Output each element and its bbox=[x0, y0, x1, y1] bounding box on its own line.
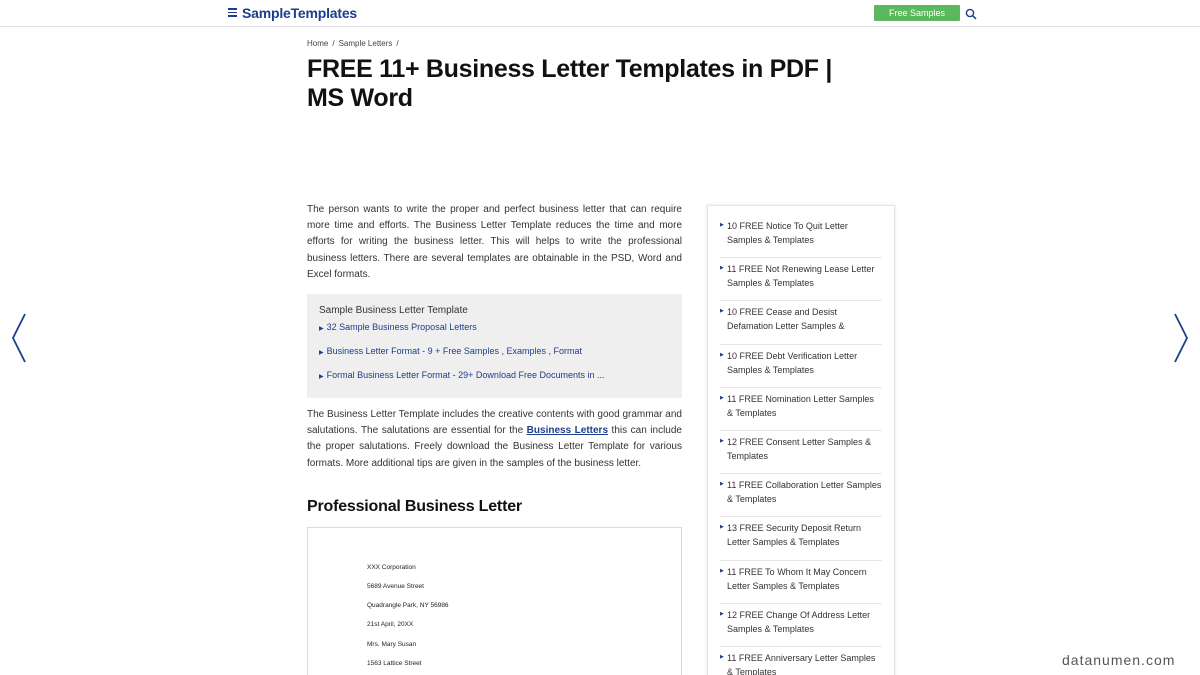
sidebar-item[interactable]: ▶ 11 FREE Anniversary Letter Samples & Te… bbox=[720, 647, 882, 675]
page-title: FREE 11+ Business Letter Templates in PD… bbox=[307, 55, 833, 112]
sidebar-item[interactable]: ▶ 10 FREE Notice To Quit Letter Samples &… bbox=[720, 215, 882, 259]
triangle-bullet-icon: ▶ bbox=[720, 653, 724, 660]
breadcrumb-home[interactable]: Home bbox=[307, 39, 328, 48]
breadcrumb-separator: / bbox=[332, 39, 335, 48]
related-letters-sidebar: ▶ 10 FREE Notice To Quit Letter Samples &… bbox=[707, 205, 895, 675]
intro-paragraph: The person wants to write the proper and… bbox=[307, 204, 682, 280]
triangle-bullet-icon: ▶ bbox=[720, 524, 724, 531]
free-samples-button[interactable]: Free Samples bbox=[874, 5, 960, 21]
breadcrumb-separator: / bbox=[396, 39, 399, 48]
top-navigation-bar: SampleTemplates Free Samples bbox=[0, 0, 1200, 27]
watermark: datanumen.com bbox=[1062, 652, 1176, 668]
triangle-bullet-icon: ▶ bbox=[319, 374, 324, 380]
sidebar-item[interactable]: ▶ 13 FREE Security Deposit Return Letter … bbox=[720, 517, 882, 561]
triangle-bullet-icon: ▶ bbox=[720, 567, 724, 574]
sidebar-item[interactable]: ▶ 11 FREE Collaboration Letter Samples & … bbox=[720, 474, 882, 518]
related-link[interactable]: ▶ Business Letter Format - 9 + Free Sampl… bbox=[319, 346, 670, 358]
related-link[interactable]: ▶ 32 Sample Business Proposal Letters bbox=[319, 322, 670, 334]
related-link[interactable]: ▶ Formal Business Letter Format - 29+ Dow… bbox=[319, 370, 670, 382]
triangle-bullet-icon: ▶ bbox=[319, 350, 324, 356]
triangle-bullet-icon: ▶ bbox=[720, 610, 724, 617]
search-icon[interactable] bbox=[965, 8, 977, 20]
breadcrumb-sample-letters[interactable]: Sample Letters bbox=[339, 39, 393, 48]
letter-line: 1563 Lattice Street bbox=[367, 660, 422, 667]
triangle-bullet-icon: ▶ bbox=[319, 326, 324, 332]
sidebar-item[interactable]: ▶ 10 FREE Debt Verification Letter Sample… bbox=[720, 345, 882, 388]
sidebar-item[interactable]: ▶ 12 FREE Consent Letter Samples & Templa… bbox=[720, 431, 882, 475]
business-letters-link[interactable]: Business Letters bbox=[527, 425, 608, 436]
letter-line: Mrs. Mary Susan bbox=[367, 641, 417, 648]
hamburger-menu-icon[interactable] bbox=[228, 8, 237, 17]
chevron-left-icon[interactable] bbox=[10, 312, 28, 364]
triangle-bullet-icon: ▶ bbox=[720, 394, 724, 401]
site-logo[interactable]: SampleTemplates bbox=[242, 5, 357, 21]
breadcrumb: Home / Sample Letters / bbox=[307, 39, 403, 48]
letter-preview-image[interactable]: XXX Corporation 5689 Avenue Street Quadr… bbox=[307, 527, 682, 675]
triangle-bullet-icon: ▶ bbox=[720, 437, 724, 444]
letter-line: 21st April, 20XX bbox=[367, 621, 414, 628]
sidebar-item[interactable]: ▶ 11 FREE Nomination Letter Samples & Tem… bbox=[720, 388, 882, 431]
sidebar-item[interactable]: ▶ 10 FREE Cease and Desist Defamation Let… bbox=[720, 301, 882, 345]
letter-line: 5689 Avenue Street bbox=[367, 583, 424, 590]
body-paragraph: The Business Letter Template includes th… bbox=[307, 409, 682, 469]
related-templates-box: Sample Business Letter Template ▶ 32 Samp… bbox=[307, 294, 682, 398]
chevron-right-icon[interactable] bbox=[1172, 312, 1190, 364]
sidebar-item[interactable]: ▶ 12 FREE Change Of Address Letter Sample… bbox=[720, 604, 882, 647]
sidebar-item[interactable]: ▶ 11 FREE To Whom It May Concern Letter S… bbox=[720, 561, 882, 604]
triangle-bullet-icon: ▶ bbox=[720, 351, 724, 358]
triangle-bullet-icon: ▶ bbox=[720, 222, 724, 228]
sidebar-item[interactable]: ▶ 11 FREE Not Renewing Lease Letter Sampl… bbox=[720, 258, 882, 302]
letter-line: XXX Corporation bbox=[367, 564, 416, 571]
related-box-title: Sample Business Letter Template bbox=[319, 305, 468, 316]
letter-line: Quadrangle Park, NY 56986 bbox=[367, 602, 449, 609]
section-title: Professional Business Letter bbox=[307, 498, 522, 515]
triangle-bullet-icon: ▶ bbox=[720, 265, 724, 272]
triangle-bullet-icon: ▶ bbox=[720, 481, 724, 488]
triangle-bullet-icon: ▶ bbox=[720, 308, 724, 315]
